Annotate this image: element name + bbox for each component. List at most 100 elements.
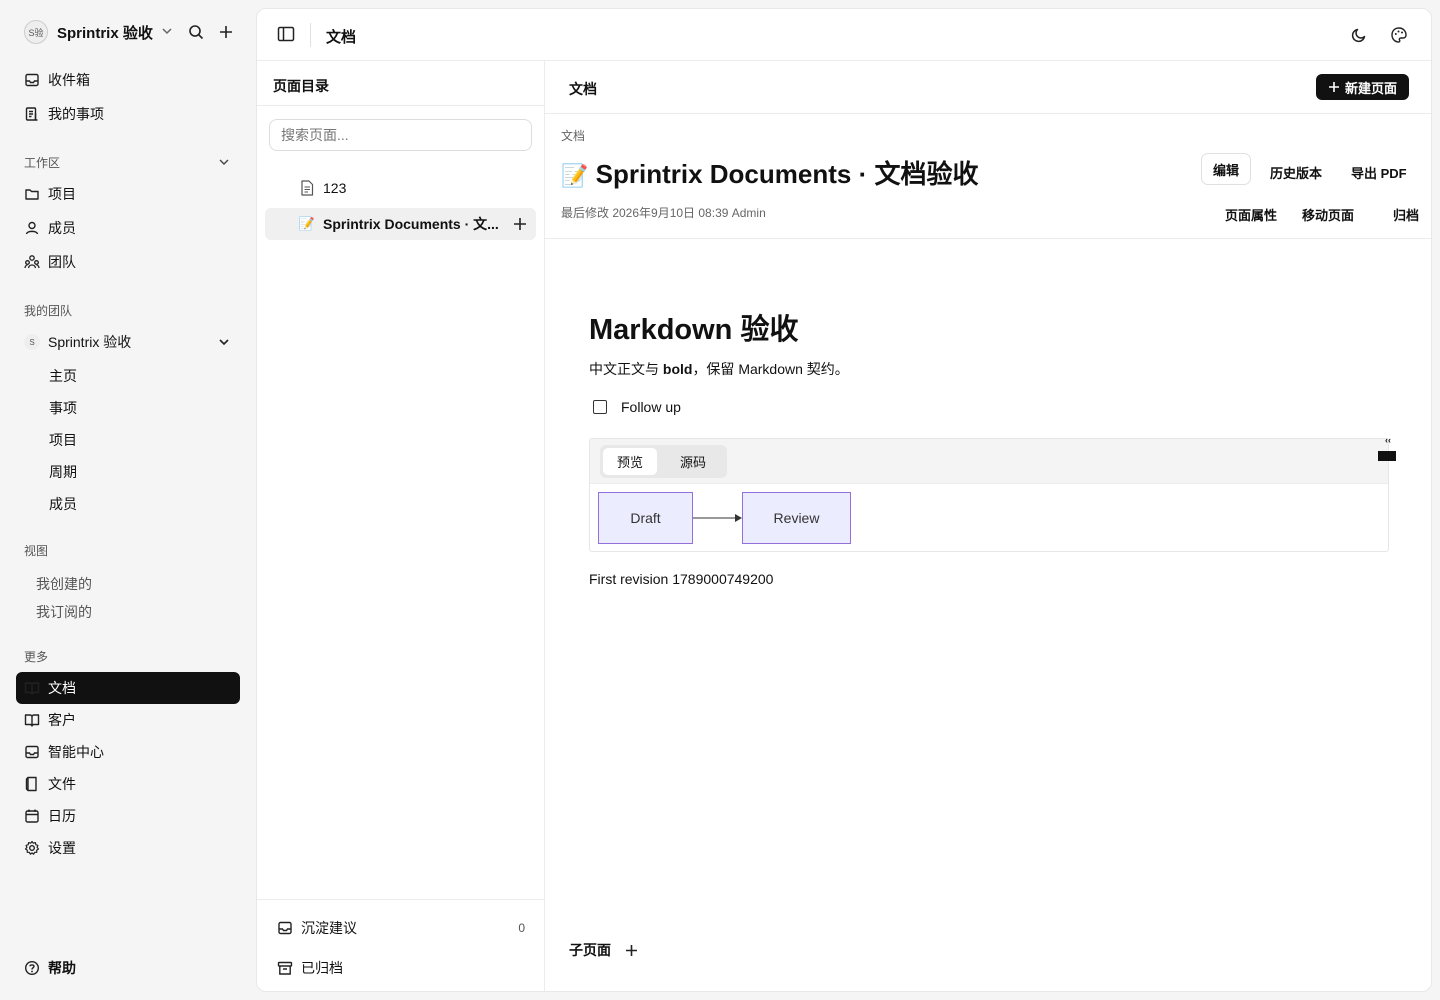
archived-item[interactable]: 已归档 [277,958,343,978]
last-modified: 最后修改 2026年9月10日 08:39 Admin [561,206,766,220]
top-bar: 文档 [257,9,1431,61]
team-item-members[interactable]: 成员 [49,494,77,514]
edit-button[interactable]: 编辑 [1201,153,1252,185]
views-section-label: 视图 [24,544,49,558]
inbox-icon [277,920,293,936]
team-badge: S [24,334,40,350]
help-label: 帮助 [48,960,76,976]
workspace-name: Sprintrix 验收 [57,24,153,42]
page-search-input[interactable] [269,119,532,151]
nav-ai-center[interactable]: 智能中心 [16,736,240,768]
page-properties-button[interactable]: 页面属性 [1225,205,1277,224]
nav-settings[interactable]: 设置 [16,832,240,864]
workspace-section-label: 工作区 [24,156,61,170]
task-checkbox[interactable] [593,400,607,414]
document-title: 📝 Sprintrix Documents · 文档验收 [561,154,978,191]
team-item-cycles[interactable]: 周期 [49,462,77,482]
suggestions-label: 沉淀建议 [301,920,357,936]
page-title: 文档 [326,29,357,46]
flow-node-draft: Draft [598,492,693,544]
suggestions-count: 0 [518,921,525,935]
moon-icon[interactable] [1350,26,1368,47]
task-item: Follow up [593,399,681,415]
document-area: 文档 新建页面 文档 📝 Sprintrix Documents · 文档验收 … [545,61,1431,991]
preview-tab[interactable]: 预览 [603,448,658,475]
view-subscribed[interactable]: 我订阅的 [36,602,92,622]
export-pdf-button[interactable]: 导出 PDF [1351,163,1407,182]
nav-docs[interactable]: 文档 [16,672,240,704]
document-title-text: Sprintrix Documents · 文档验收 [595,159,979,189]
nav-customers-label: 客户 [48,712,76,728]
nav-files[interactable]: 文件 [16,768,240,800]
nav-my-issues[interactable]: 我的事项 [16,98,240,130]
tree-item-title: Sprintrix Documents · 文... [323,216,499,232]
para-bold: bold [662,361,693,377]
archive-button[interactable]: 归档 [1393,205,1419,224]
new-page-button[interactable]: 新建页面 [1315,74,1409,100]
nav-members-label: 成员 [48,220,76,236]
chevron-down-icon[interactable] [216,154,232,170]
content-heading: Markdown 验收 [589,314,799,346]
tree-item-123[interactable]: 123 [265,172,536,204]
view-toggle: 预览 源码 [600,445,727,478]
drag-handle[interactable] [1378,451,1396,461]
nav-settings-label: 设置 [48,840,76,856]
subpages-label: 子页面 [569,942,611,958]
add-subpage-icon[interactable] [513,217,527,234]
gear-icon [24,840,40,856]
suggestions-item[interactable]: 沉淀建议 0 [277,918,525,938]
nav-inbox[interactable]: 收件箱 [16,64,240,96]
search-icon[interactable] [186,22,206,42]
nav-customers[interactable]: 客户 [16,704,240,736]
tree-item-title: 123 [323,180,347,196]
nav-files-label: 文件 [48,776,76,792]
nav-teams[interactable]: 团队 [16,246,240,278]
palette-icon[interactable] [1390,26,1408,47]
user-icon [24,220,40,236]
nav-projects[interactable]: 项目 [16,178,240,210]
add-subpage-icon[interactable] [625,944,638,957]
nav-my-issues-label: 我的事项 [48,106,104,122]
book-icon [24,712,40,728]
book-icon [24,680,40,696]
nav-projects-label: 项目 [48,186,76,202]
teams-section-label: 我的团队 [24,304,73,318]
flow-arrow [693,514,742,522]
task-label: Follow up [621,399,681,415]
doc-header: 文档 新建页面 [545,61,1431,114]
mermaid-block: 预览 源码 Draft Review [589,438,1389,552]
team-item-projects[interactable]: 项目 [49,430,77,450]
breadcrumb[interactable]: 文档 [561,127,585,144]
move-page-button[interactable]: 移动页面 [1302,205,1354,224]
archive-icon [277,960,293,976]
left-sidebar: S验 Sprintrix 验收 收件箱 我的事项 工作区 项目 成员 团队 我的… [0,0,256,1000]
add-icon[interactable] [216,22,236,42]
sidebar-toggle-icon[interactable] [277,25,295,46]
collapse-icon[interactable]: ‹‹ [1385,435,1391,445]
source-tab[interactable]: 源码 [666,448,720,475]
nav-calendar[interactable]: 日历 [16,800,240,832]
my-issues-icon [24,106,40,122]
workspace-avatar: S验 [24,20,48,44]
team-item-issues[interactable]: 事项 [49,398,77,418]
calendar-icon [24,808,40,824]
chevron-down-icon[interactable] [216,334,232,350]
nav-members[interactable]: 成员 [16,212,240,244]
view-created-by-me[interactable]: 我创建的 [36,574,92,594]
team-icon [24,254,40,270]
help-button[interactable]: 帮助 [16,952,240,984]
doc-header-title: 文档 [569,81,597,97]
para-text: 中文正文与 [589,361,663,377]
team-sprintrix[interactable]: S Sprintrix 验收 [16,326,240,358]
tree-item-sprintrix-documents[interactable]: 📝 Sprintrix Documents · 文... [265,208,536,240]
workspace-switcher[interactable]: S验 Sprintrix 验收 [24,20,240,44]
main-panel: 文档 页面目录 123 📝 Sprintrix Documents · 文...… [256,8,1432,992]
memo-icon: 📝 [561,163,589,188]
subpages-section: 子页面 [569,940,638,960]
plus-icon [1328,81,1340,93]
folder-icon [24,186,40,202]
team-item-home[interactable]: 主页 [49,366,77,386]
history-button[interactable]: 历史版本 [1270,163,1322,182]
content-paragraph: 中文正文与 bold，保留 Markdown 契约。 [589,359,849,379]
revision-text: First revision 1789000749200 [589,571,774,587]
